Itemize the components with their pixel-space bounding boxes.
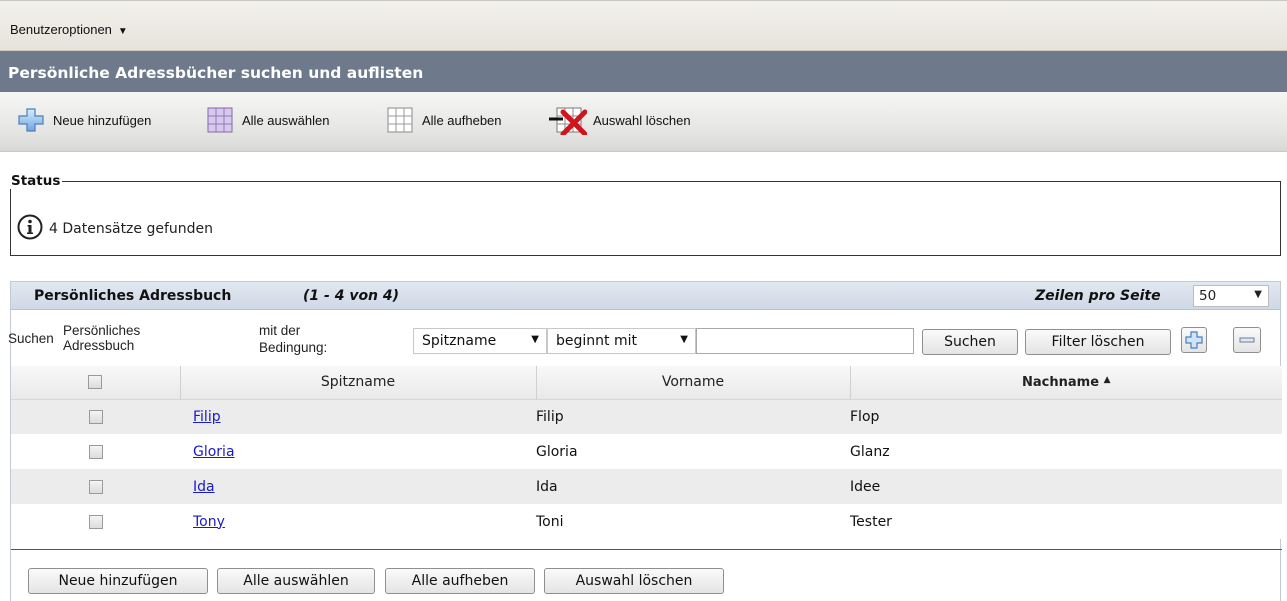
grid-filled-icon <box>206 107 234 133</box>
row-checkbox[interactable] <box>89 479 103 494</box>
status-box: Status 4 Datensätze gefunden <box>10 173 1281 256</box>
page-title: Persönliche Adressbücher suchen und aufl… <box>0 51 1287 92</box>
select-all-label: Alle auswählen <box>242 112 330 128</box>
condition-label-line2: Bedingung: <box>259 340 328 355</box>
top-bar: Benutzeroptionen ▼ <box>0 0 1287 51</box>
bottom-select-all-button[interactable]: Alle auswählen <box>217 568 375 594</box>
rows-per-page-select[interactable]: 50 ▼ <box>1193 285 1269 307</box>
nickname-cell: Ida <box>180 469 536 504</box>
last-name-cell: Glanz <box>850 434 1282 469</box>
nickname-link[interactable]: Filip <box>193 409 221 425</box>
bottom-delete-selected-button[interactable]: Auswahl löschen <box>544 568 724 594</box>
select-all-checkbox[interactable] <box>88 375 103 390</box>
nickname-cell: Filip <box>180 399 536 434</box>
remove-search-criterion-button[interactable] <box>1233 327 1261 353</box>
search-label: Suchen <box>8 331 54 346</box>
row-checkbox[interactable] <box>89 409 103 424</box>
clear-filter-button[interactable]: Filter löschen <box>1025 329 1171 355</box>
delete-selected-button[interactable]: Auswahl löschen <box>549 106 691 137</box>
nickname-cell: Gloria <box>180 434 536 469</box>
column-header-first-name[interactable]: Vorname <box>535 366 850 400</box>
row-select-cell <box>11 504 180 539</box>
table-row: Ida Ida Idee <box>11 469 1282 504</box>
nickname-cell: Tony <box>180 504 536 539</box>
last-name-header-label: Nachname <box>1022 374 1100 390</box>
search-field-select[interactable]: Spitzname ▼ <box>413 328 547 354</box>
minus-icon <box>1234 337 1260 356</box>
panel-header: Persönliches Adressbuch (1 - 4 von 4) Ze… <box>11 282 1280 310</box>
address-book-panel: Persönliches Adressbuch (1 - 4 von 4) Ze… <box>8 281 1282 601</box>
bottom-deselect-all-button[interactable]: Alle aufheben <box>385 568 535 594</box>
chevron-down-icon: ▼ <box>680 334 688 345</box>
condition-label-line1: mit der <box>259 323 301 338</box>
add-new-label: Neue hinzufügen <box>53 112 152 128</box>
chevron-down-icon: ▼ <box>117 26 128 37</box>
first-name-cell: Ida <box>536 469 850 504</box>
rows-per-page-label: Zeilen pro Seite <box>1035 288 1161 304</box>
nickname-link[interactable]: Ida <box>193 479 215 495</box>
toolbar: Neue hinzufügen Alle auswählen Alle aufh… <box>0 92 1287 152</box>
search-input[interactable] <box>696 328 914 354</box>
user-options-label: Benutzeroptionen <box>10 22 112 37</box>
first-name-cell: Toni <box>536 504 850 539</box>
last-name-cell: Flop <box>850 399 1282 434</box>
deselect-all-label: Alle aufheben <box>422 112 502 128</box>
row-checkbox[interactable] <box>89 514 103 529</box>
row-select-cell <box>11 399 180 434</box>
status-message: 4 Datensätze gefunden <box>49 221 214 237</box>
column-header-nickname[interactable]: Spitzname <box>179 366 536 400</box>
nickname-link[interactable]: Gloria <box>193 444 235 460</box>
chevron-down-icon: ▼ <box>1254 289 1262 300</box>
add-new-button[interactable]: Neue hinzufügen <box>17 106 151 134</box>
sort-ascending-icon: ▲ <box>1103 374 1111 385</box>
status-legend: Status <box>11 173 61 189</box>
search-button[interactable]: Suchen <box>922 329 1018 355</box>
add-search-criterion-button[interactable] <box>1181 327 1207 353</box>
table-header-row: Spitzname Vorname Nachname ▲ <box>11 366 1282 400</box>
first-name-cell: Filip <box>536 399 850 434</box>
field-label-line2: Adressbuch <box>63 338 135 353</box>
delete-selected-label: Auswahl löschen <box>593 112 691 128</box>
grid-delete-icon <box>549 107 588 137</box>
nickname-link[interactable]: Tony <box>193 514 225 530</box>
address-book-table: Spitzname Vorname Nachname ▲ Filip Filip… <box>11 366 1282 539</box>
search-row: Suchen Persönliches Adressbuch mit der B… <box>8 310 1280 366</box>
divider <box>11 549 1282 550</box>
row-select-cell <box>11 434 180 469</box>
table-row: Tony Toni Tester <box>11 504 1282 539</box>
select-all-header-cell <box>11 366 180 400</box>
column-header-last-name[interactable]: Nachname ▲ <box>849 366 1282 400</box>
record-count: (1 - 4 von 4) <box>303 288 400 304</box>
info-icon <box>17 214 43 244</box>
search-field-value: Spitzname <box>422 333 497 349</box>
last-name-cell: Idee <box>850 469 1282 504</box>
plus-icon <box>1182 331 1206 356</box>
table-row: Gloria Gloria Glanz <box>11 434 1282 469</box>
condition-value: beginnt mit <box>556 333 637 349</box>
last-name-cell: Tester <box>850 504 1282 539</box>
user-options-menu[interactable]: Benutzeroptionen ▼ <box>10 22 128 37</box>
table-row: Filip Filip Flop <box>11 399 1282 434</box>
field-label-line1: Persönliches <box>63 323 141 338</box>
first-name-cell: Gloria <box>536 434 850 469</box>
select-all-button[interactable]: Alle auswählen <box>206 106 329 134</box>
rows-per-page-value: 50 <box>1199 288 1217 304</box>
row-select-cell <box>11 469 180 504</box>
chevron-down-icon: ▼ <box>531 334 539 345</box>
plus-icon <box>17 107 45 133</box>
deselect-all-button[interactable]: Alle aufheben <box>386 106 502 134</box>
grid-empty-icon <box>386 107 414 133</box>
row-checkbox[interactable] <box>89 444 103 459</box>
bottom-add-new-button[interactable]: Neue hinzufügen <box>28 568 208 594</box>
condition-select[interactable]: beginnt mit ▼ <box>547 328 696 354</box>
panel-title: Persönliches Adressbuch <box>34 288 232 304</box>
